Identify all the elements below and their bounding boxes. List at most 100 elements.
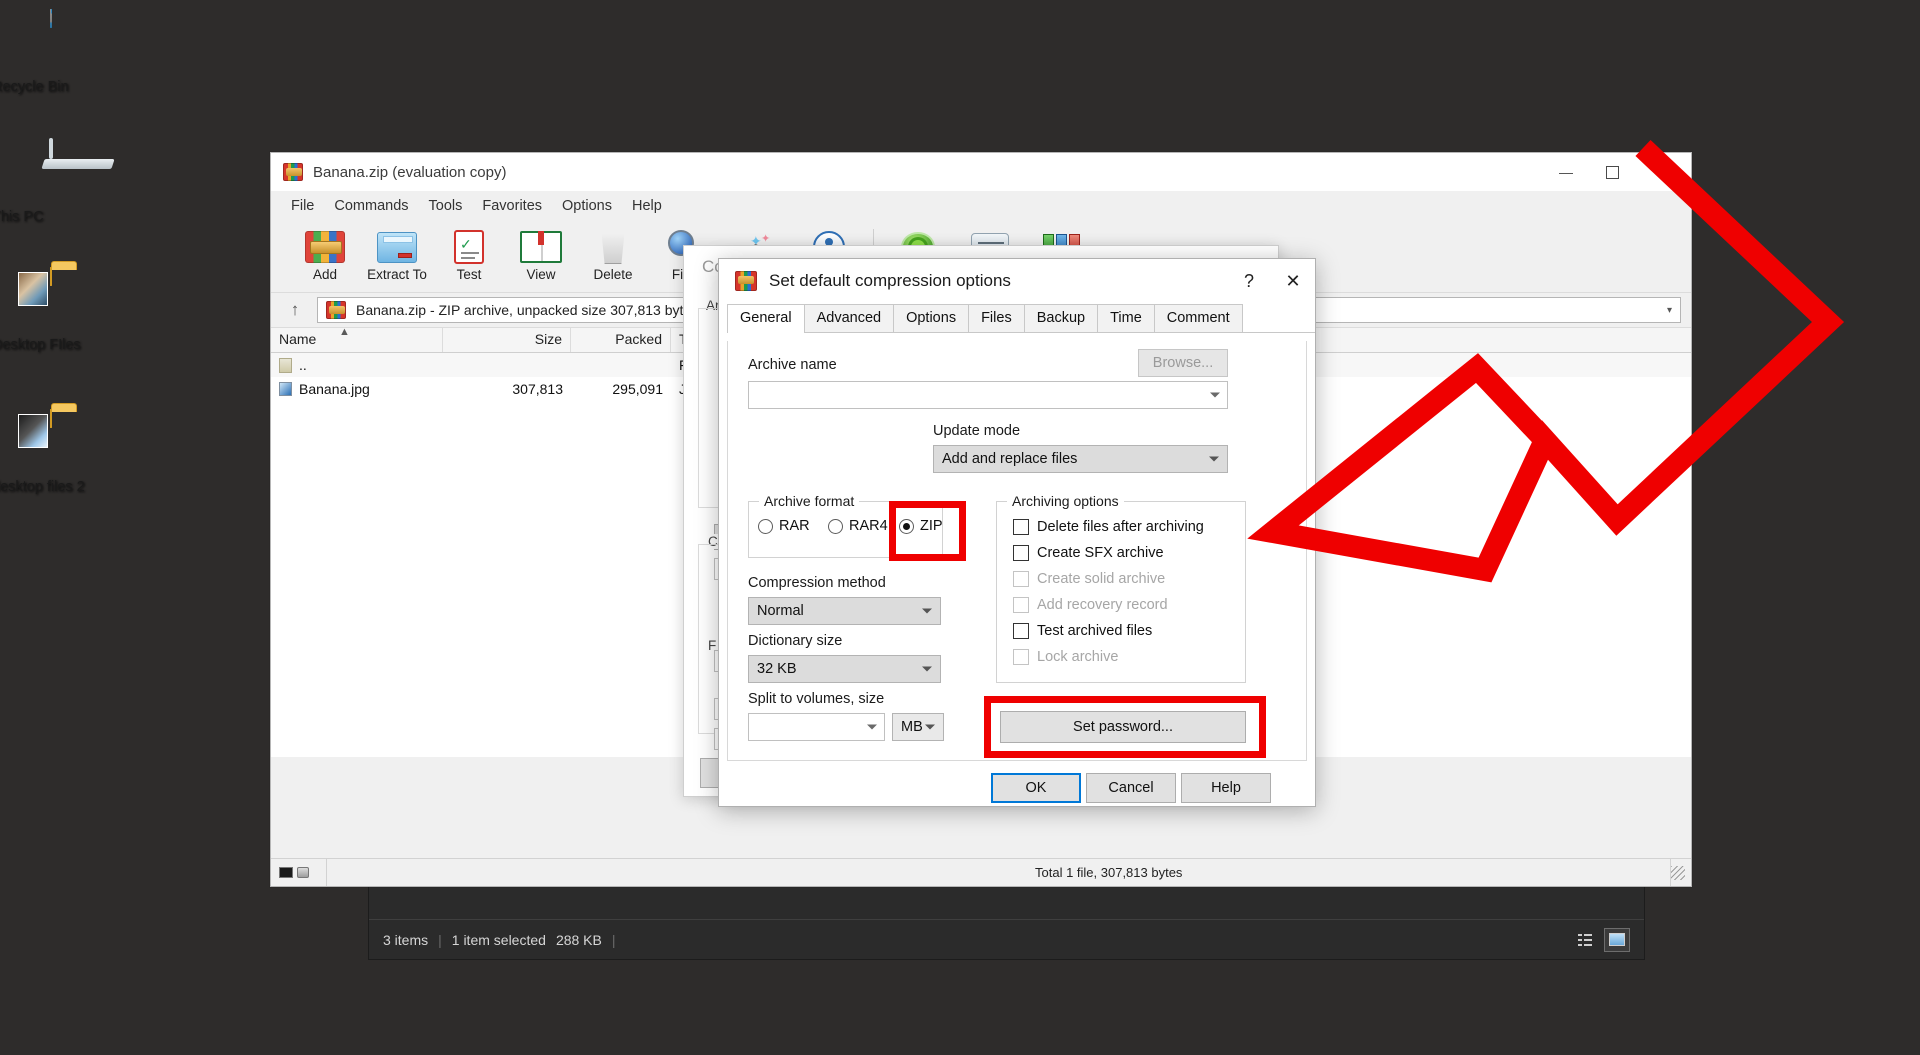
column-header-size[interactable]: Size [443,328,571,352]
menu-item-tools[interactable]: Tools [419,195,473,217]
desktop-icon-label: desktop files 2 [0,478,85,496]
chevron-down-icon[interactable] [922,667,932,672]
archive-name-field[interactable] [749,382,1227,408]
options-tab-bar[interactable]: General Advanced Options Files Backup Ti… [727,303,1315,333]
desktop-icon-desktop-files[interactable]: Desktop FIles [0,268,110,336]
desktop-icon-label: Recycle Bin [0,78,69,96]
split-volumes-unit-combobox[interactable]: MB [892,713,944,741]
rar-archive-icon [735,271,757,291]
split-volumes-field[interactable] [749,714,884,740]
tab-comment[interactable]: Comment [1154,304,1243,332]
checkbox-icon [1013,571,1029,587]
tiles-view-button[interactable] [1604,928,1630,952]
window-title: Banana.zip (evaluation copy) [313,164,506,181]
chevron-down-icon[interactable] [1209,457,1219,462]
update-mode-combobox[interactable]: Add and replace files [933,445,1228,473]
checkbox-icon [1013,597,1029,613]
archive-name-input[interactable] [748,381,1228,409]
winrar-status-bar: Total 1 file, 307,813 bytes [271,858,1691,886]
item-count-label: 3 items [383,932,428,948]
tab-options[interactable]: Options [893,304,969,332]
radio-rar4[interactable]: RAR4 [828,518,888,534]
close-button[interactable] [1635,153,1691,191]
tab-files[interactable]: Files [968,304,1025,332]
checkbox-create-sfx-archive[interactable]: Create SFX archive [1013,545,1164,561]
checkbox-test-archived-files[interactable]: Test archived files [1013,623,1152,639]
winrar-title-bar[interactable]: Banana.zip (evaluation copy) — [271,153,1691,191]
toolbar-button-test[interactable]: ✓ Test [433,225,505,282]
checkbox-add-recovery-record: Add recovery record [1013,597,1168,613]
close-button[interactable]: ✕ [1271,259,1315,303]
archiving-options-legend: Archiving options [1007,493,1124,509]
menu-item-commands[interactable]: Commands [324,195,418,217]
toolbar-button-delete[interactable]: Delete [577,225,649,282]
browse-button[interactable]: Browse... [1138,349,1228,377]
help-button[interactable]: Help [1181,773,1271,803]
status-separator: | [612,932,616,948]
total-files-label: Total 1 file, 307,813 bytes [335,865,1182,880]
options-dialog-title-bar[interactable]: Set default compression options ? ✕ [719,259,1315,303]
radio-label: ZIP [920,518,943,534]
chevron-down-icon[interactable]: ▾ [1667,305,1672,316]
help-button[interactable]: ? [1227,259,1271,303]
file-size: 307,813 [443,381,571,397]
menu-item-file[interactable]: File [281,195,324,217]
checkbox-label: Lock archive [1037,649,1118,665]
sort-ascending-icon: ▲ [339,326,350,338]
tab-backup[interactable]: Backup [1024,304,1098,332]
delete-icon [577,227,649,267]
radio-circle-icon [758,519,773,534]
menu-item-help[interactable]: Help [622,195,672,217]
toolbar-button-add[interactable]: Add [289,225,361,282]
toolbar-button-extract-to[interactable]: Extract To [361,225,433,282]
toolbar-label: Extract To [367,267,427,282]
chevron-down-icon[interactable] [925,725,935,730]
explorer-status-bar: 3 items | 1 item selected 288 KB | [369,919,1644,959]
radio-zip[interactable]: ZIP [899,518,943,534]
desktop-icon-this-pc[interactable]: This PC [0,140,110,208]
chevron-down-icon[interactable] [867,725,877,730]
set-password-button[interactable]: Set password... [1000,711,1246,743]
resize-grip[interactable] [1671,866,1685,880]
split-volumes-input[interactable] [748,713,885,741]
ok-button[interactable]: OK [991,773,1081,803]
archive-name-label: Archive name [748,357,837,373]
compression-method-label: Compression method [748,575,886,591]
toolbar-label: View [526,267,555,282]
folder-icon [0,410,110,472]
dialog-title: Set default compression options [769,271,1011,291]
checkbox-icon [1013,649,1029,665]
set-default-compression-options-dialog[interactable]: Set default compression options ? ✕ Gene… [718,258,1316,807]
details-view-button[interactable] [1572,928,1598,952]
maximize-button[interactable] [1589,153,1635,191]
radio-label: RAR [779,518,810,534]
file-name: Banana.jpg [299,381,370,397]
chevron-down-icon[interactable] [922,609,932,614]
up-arrow-icon[interactable]: ↑ [281,297,309,323]
dictionary-size-combobox[interactable]: 32 KB [748,655,941,683]
toolbar-label: Delete [593,267,632,282]
menu-item-options[interactable]: Options [552,195,622,217]
checkbox-delete-files-after-archiving[interactable]: Delete files after archiving [1013,519,1204,535]
desktop-icon-recycle-bin[interactable]: Recycle Bin [0,10,110,78]
minimize-button[interactable]: — [1543,153,1589,191]
toolbar-label: Add [313,267,337,282]
radio-rar[interactable]: RAR [758,518,810,534]
compression-method-combobox[interactable]: Normal [748,597,941,625]
tab-advanced[interactable]: Advanced [804,304,895,332]
column-header-packed[interactable]: Packed [571,328,671,352]
tab-time[interactable]: Time [1097,304,1155,332]
column-header-name[interactable]: Name ▲ [271,328,443,352]
extract-to-icon [361,227,433,267]
chevron-down-icon[interactable] [1210,393,1220,398]
toolbar-button-view[interactable]: View [505,225,577,282]
checkbox-label: Create SFX archive [1037,545,1164,561]
desktop-icon-desktop-files-2[interactable]: desktop files 2 [0,410,110,478]
cancel-button[interactable]: Cancel [1086,773,1176,803]
tab-general[interactable]: General [727,304,805,333]
menu-item-favorites[interactable]: Favorites [472,195,552,217]
test-icon: ✓ [433,227,505,267]
selection-icon [279,867,293,878]
compression-method-value: Normal [757,603,804,619]
winrar-menu-bar[interactable]: File Commands Tools Favorites Options He… [271,191,1691,221]
